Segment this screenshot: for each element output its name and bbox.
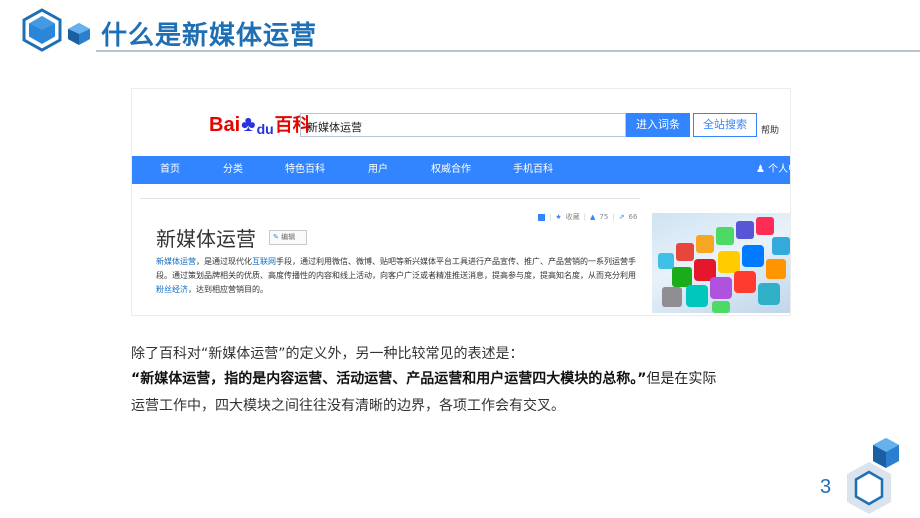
- site-search-button[interactable]: 全站搜索: [693, 113, 757, 137]
- edit-label: 编辑: [281, 233, 296, 241]
- nav-user-label: 个人中: [768, 164, 790, 175]
- internet-link[interactable]: 互联网: [252, 257, 276, 266]
- nav-item-mobile[interactable]: 手机百科: [513, 156, 553, 184]
- header-divider: [96, 50, 920, 52]
- logo-du: du: [256, 121, 274, 137]
- help-link[interactable]: 帮助: [761, 123, 779, 136]
- baike-navbar: 首页 分类 特色百科 用户 权威合作 手机百科 ♟ 个人中: [132, 156, 790, 184]
- pencil-icon: ✎: [273, 233, 279, 241]
- term-link[interactable]: 新媒体运营: [156, 257, 196, 266]
- edit-button[interactable]: ✎ 编辑: [269, 230, 307, 245]
- nav-item-users[interactable]: 用户: [368, 156, 388, 184]
- thumbs-up-icon[interactable]: ▲: [590, 213, 595, 221]
- search-input[interactable]: 新媒体运营: [300, 113, 626, 137]
- definition-bold: “新媒体运营，指的是内容运营、活动运营、产品运营和用户运营四大模块的总称。”: [131, 371, 647, 387]
- collect-label[interactable]: 收藏: [566, 212, 580, 222]
- hexagon-icon: [22, 8, 62, 52]
- nav-user-center[interactable]: ♟ 个人中: [756, 156, 790, 184]
- paragraph-line-2: “新媒体运营，指的是内容运营、活动运营、产品运营和用户运营四大模块的总称。”但是…: [131, 368, 716, 388]
- like-count: 75: [599, 213, 609, 221]
- paragraph-line-1: 除了百科对“新媒体运营”的定义外，另一种比较常见的表述是：: [131, 346, 524, 362]
- person-icon: ♟: [756, 164, 765, 175]
- desc-part3: ，达到相应营销目的。: [188, 285, 268, 294]
- entry-title: 新媒体运营: [156, 227, 256, 251]
- logo-bai: Bai: [209, 114, 241, 136]
- nav-item-partners[interactable]: 权威合作: [431, 156, 471, 184]
- baidu-baike-logo[interactable]: Bai ♣ du 百科: [209, 107, 311, 137]
- star-icon[interactable]: ★: [555, 213, 561, 221]
- nav-item-home[interactable]: 首页: [160, 156, 180, 184]
- slide-title: 什么是新媒体运营: [101, 21, 318, 51]
- entry-toolbar: | ★ 收藏 | ▲ 75 | ⇗ 66: [538, 212, 637, 222]
- app-icons-collage: [658, 217, 790, 313]
- nav-item-featured[interactable]: 特色百科: [285, 156, 325, 184]
- content-divider: [140, 198, 640, 199]
- enter-entry-button[interactable]: 进入词条: [626, 113, 690, 137]
- paragraph-line-2-tail: 但是在实际: [646, 371, 717, 387]
- desc-part1: ，是通过现代化: [196, 257, 252, 266]
- plus-square-icon[interactable]: [538, 213, 545, 221]
- share-count: 66: [628, 213, 638, 221]
- paw-icon: ♣: [241, 111, 256, 136]
- nav-item-category[interactable]: 分类: [223, 156, 243, 184]
- hexagon-icon: [847, 462, 891, 514]
- baike-screenshot: Bai ♣ du 百科 新媒体运营 进入词条 全站搜索 帮助 首页 分类 特色百科 用…: [131, 88, 791, 316]
- entry-description: 新媒体运营，是通过现代化互联网手段，通过利用微信、微博、贴吧等新兴媒体平台工具进…: [156, 255, 636, 297]
- app-icons-image[interactable]: [652, 213, 790, 313]
- page-number: 3: [820, 476, 832, 498]
- share-icon[interactable]: ⇗: [619, 213, 625, 221]
- paragraph-line-3: 运营工作中，四大模块之间往往没有清晰的边界，各项工作会有交叉。: [131, 398, 565, 414]
- hexagon-gem-icon: [68, 23, 90, 45]
- fan-economy-link[interactable]: 粉丝经济: [156, 285, 188, 294]
